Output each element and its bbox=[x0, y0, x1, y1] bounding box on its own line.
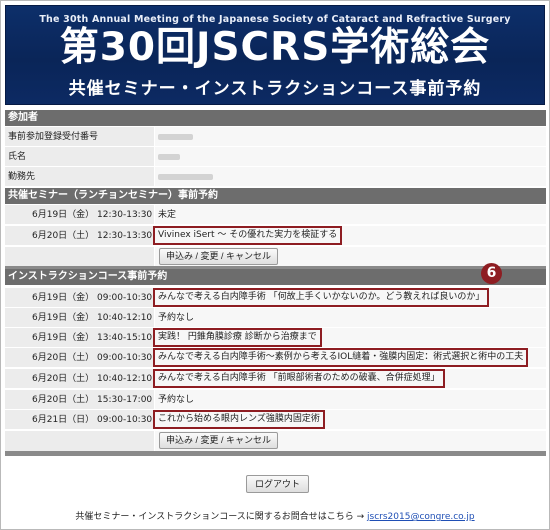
course-time: 6月20日（土） 10:40-12:10 bbox=[5, 369, 154, 389]
course-row: 6月19日（金） 13:40-15:10 実践！ 円錐角膜診療 診断から治療まで bbox=[5, 328, 546, 348]
seminar-row: 6月19日（金） 12:30-13:30 未定 bbox=[5, 205, 546, 225]
course-row: 6月19日（金） 10:40-12:10 予約なし bbox=[5, 308, 546, 328]
course-value: みんなで考える白内障手術 「前眼部術者のための破嚢、合併症処理」 bbox=[153, 369, 546, 389]
workplace-value bbox=[155, 167, 546, 187]
course-time: 6月19日（金） 10:40-12:10 bbox=[5, 308, 154, 328]
course-time: 6月21日（日） 09:00-10:30 bbox=[5, 410, 154, 430]
course-row: 6月20日（土） 09:00-10:30 みんなで考える白内障手術～素例から考え… bbox=[5, 348, 546, 368]
course-value: 予約なし bbox=[155, 390, 546, 410]
footer-text: 共催セミナー・インストラクションコースに関するお問合せはこちら → bbox=[75, 512, 365, 522]
workplace-label: 勤務先 bbox=[5, 167, 154, 187]
seminar-value: Vivinex iSert ～ その優れた実力を検証する bbox=[153, 226, 546, 246]
course-selected-title: みんなで考える白内障手術 「前眼部術者のための破嚢、合併症処理」 bbox=[153, 369, 445, 388]
banner-sub-title: 共催セミナー・インストラクションコース事前予約 bbox=[68, 79, 482, 99]
seminar-time: 6月20日（土） 12:30-13:30 bbox=[5, 226, 154, 246]
footer-contact: 共催セミナー・インストラクションコースに関するお問合せはこちら → jscrs2… bbox=[1, 509, 549, 522]
course-button-row: 申込み / 変更 / キャンセル bbox=[5, 431, 546, 451]
participant-row: 氏名 bbox=[5, 147, 546, 167]
step-badge: 6 bbox=[481, 263, 502, 284]
button-row-cell: 申込み / 変更 / キャンセル bbox=[155, 431, 546, 451]
seminar-time: 6月19日（金） 12:30-13:30 bbox=[5, 205, 154, 225]
course-selected-title: これから始める眼内レンズ強膜内固定術 bbox=[153, 410, 325, 429]
course-value: みんなで考える白内障手術 「何故上手くいかないのか。どう教えれば良いのか」 bbox=[153, 288, 546, 308]
course-header: インストラクションコース事前予約 bbox=[5, 269, 546, 285]
name-value bbox=[155, 147, 546, 167]
seminar-row: 6月20日（土） 12:30-13:30 Vivinex iSert ～ その優… bbox=[5, 226, 546, 246]
participant-header: 参加者 bbox=[5, 110, 546, 126]
redacted-value bbox=[158, 173, 213, 180]
course-value: みんなで考える白内障手術～素例から考えるIOL縫着・強膜内固定：術式選択と術中の… bbox=[153, 348, 546, 368]
course-time: 6月19日（金） 13:40-15:10 bbox=[5, 328, 154, 348]
registration-number-label: 事前参加登録受付番号 bbox=[5, 127, 154, 147]
course-value: 実践！ 円錐角膜診療 診断から治療まで bbox=[153, 328, 546, 348]
banner-subtitle-en: The 30th Annual Meeting of the Japanese … bbox=[39, 14, 511, 25]
contact-email-link[interactable]: jscrs2015@congre.co.jp bbox=[367, 512, 475, 522]
participant-row: 勤務先 bbox=[5, 167, 546, 187]
seminar-button-row: 申込み / 変更 / キャンセル bbox=[5, 247, 546, 267]
participant-row: 事前参加登録受付番号 bbox=[5, 127, 546, 147]
seminar-header: 共催セミナー（ランチョンセミナー）事前予約 bbox=[5, 188, 546, 204]
redacted-value bbox=[158, 133, 193, 140]
logout-button[interactable]: ログアウト bbox=[246, 475, 310, 493]
course-time: 6月19日（金） 09:00-10:30 bbox=[5, 288, 154, 308]
course-selected-title: みんなで考える白内障手術 「何故上手くいかないのか。どう教えれば良いのか」 bbox=[153, 288, 490, 307]
button-row-label bbox=[5, 247, 154, 267]
button-row-label bbox=[5, 431, 154, 451]
seminar-apply-change-cancel-button[interactable]: 申込み / 変更 / キャンセル bbox=[159, 248, 279, 265]
seminar-selected-title: Vivinex iSert ～ その優れた実力を検証する bbox=[153, 226, 343, 245]
registration-number-value bbox=[155, 127, 546, 147]
course-time: 6月20日（土） 15:30-17:00 bbox=[5, 390, 154, 410]
course-selected-title: みんなで考える白内障手術～素例から考えるIOL縫着・強膜内固定：術式選択と術中の… bbox=[153, 348, 529, 367]
course-time: 6月20日（土） 09:00-10:30 bbox=[5, 348, 154, 368]
course-value: これから始める眼内レンズ強膜内固定術 bbox=[153, 410, 546, 430]
course-value: 予約なし bbox=[155, 308, 546, 328]
course-row: 6月19日（金） 09:00-10:30 みんなで考える白内障手術 「何故上手く… bbox=[5, 288, 546, 308]
name-label: 氏名 bbox=[5, 147, 154, 167]
header-banner: The 30th Annual Meeting of the Japanese … bbox=[5, 5, 545, 105]
course-row: 6月20日（土） 10:40-12:10 みんなで考える白内障手術 「前眼部術者… bbox=[5, 369, 546, 389]
seminar-value: 未定 bbox=[155, 205, 546, 225]
course-apply-change-cancel-button[interactable]: 申込み / 変更 / キャンセル bbox=[159, 432, 279, 449]
redacted-value bbox=[158, 153, 180, 160]
course-row: 6月21日（日） 09:00-10:30 これから始める眼内レンズ強膜内固定術 bbox=[5, 410, 546, 430]
section-separator bbox=[5, 451, 546, 456]
page-frame: The 30th Annual Meeting of the Japanese … bbox=[0, 0, 550, 530]
course-selected-title: 実践！ 円錐角膜診療 診断から治療まで bbox=[153, 328, 322, 347]
course-row: 6月20日（土） 15:30-17:00 予約なし bbox=[5, 390, 546, 410]
banner-main-title: 第30回JSCRS学術総会 bbox=[59, 25, 491, 70]
